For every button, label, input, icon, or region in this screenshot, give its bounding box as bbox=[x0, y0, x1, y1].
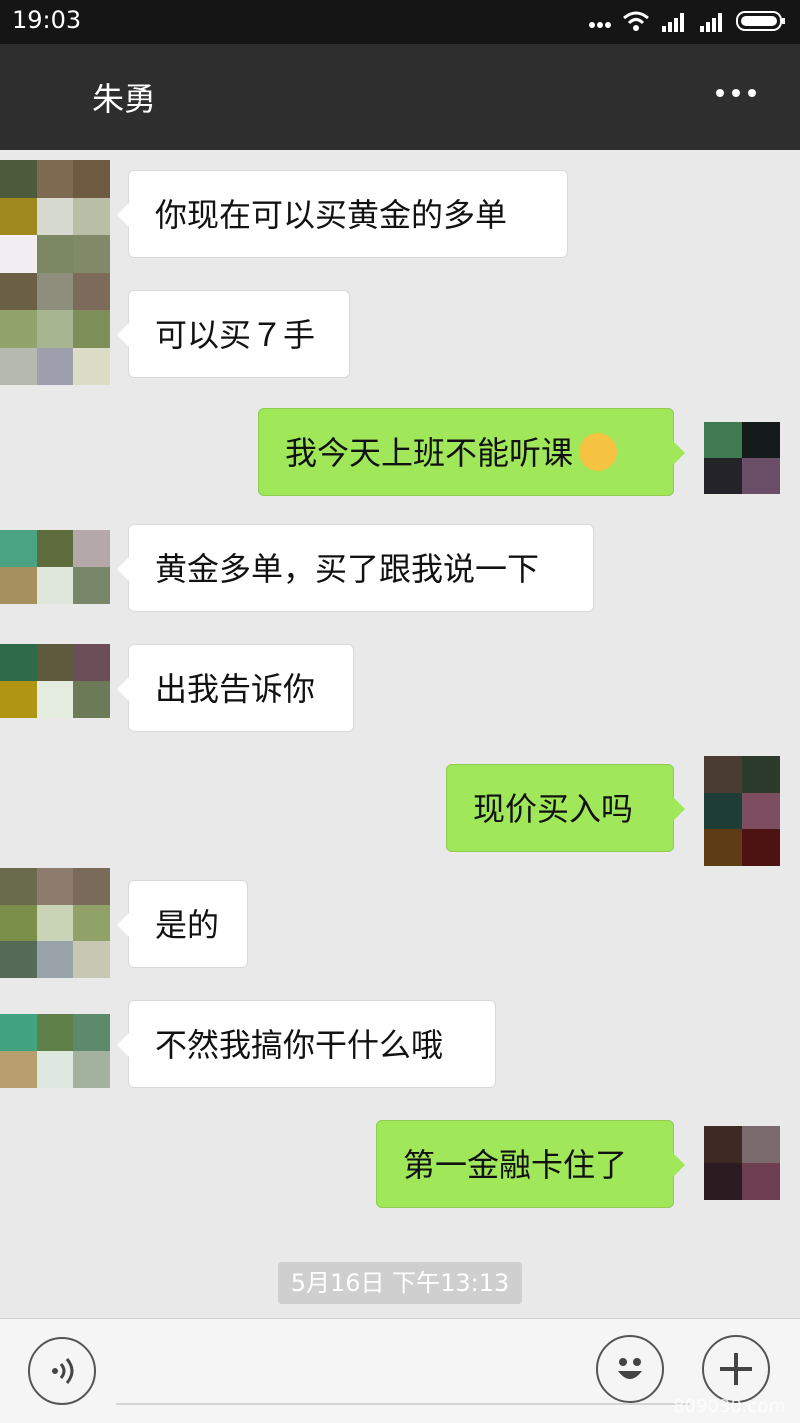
message-bubble[interactable]: 不然我搞你干什么哦 bbox=[117, 1000, 496, 1088]
more-options-icon[interactable] bbox=[716, 78, 760, 108]
more-dots-icon bbox=[588, 14, 612, 33]
message-text: 第一金融卡住了 bbox=[403, 1146, 628, 1184]
message-text: 你现在可以买黄金的多单 bbox=[155, 196, 508, 234]
message-text: 是的 bbox=[155, 906, 220, 944]
message-text: 现价买入吗 bbox=[473, 790, 634, 828]
signal-icon bbox=[698, 10, 726, 36]
message-bubble[interactable]: 我今天上班不能听课 bbox=[258, 408, 685, 496]
status-bar: 19:03 bbox=[0, 0, 800, 44]
my-avatar[interactable] bbox=[704, 1126, 780, 1200]
message-bubble[interactable]: 是的 bbox=[117, 880, 248, 968]
chat-header: 朱勇 bbox=[0, 44, 800, 150]
contact-avatar[interactable] bbox=[0, 160, 110, 385]
message-text: 不然我搞你干什么哦 bbox=[155, 1026, 444, 1064]
contact-avatar[interactable] bbox=[0, 868, 110, 978]
status-time: 19:03 bbox=[12, 6, 82, 34]
message-text: 可以买７手 bbox=[155, 316, 316, 354]
smiley-icon[interactable] bbox=[596, 1335, 664, 1403]
message-list[interactable]: 你现在可以买黄金的多单 可以买７手 我今天上班不能听课 黄金多单，买了跟我说一下… bbox=[0, 150, 800, 1318]
message-input[interactable] bbox=[116, 1403, 690, 1405]
my-avatar[interactable] bbox=[704, 422, 780, 494]
hand-over-mouth-emoji bbox=[579, 433, 618, 471]
voice-input-icon[interactable] bbox=[28, 1337, 96, 1405]
contact-name: 朱勇 bbox=[92, 80, 157, 118]
contact-avatar[interactable] bbox=[0, 1014, 110, 1088]
message-text: 出我告诉你 bbox=[155, 670, 316, 708]
message-text: 黄金多单，买了跟我说一下 bbox=[155, 550, 540, 588]
input-bar: 809030.com bbox=[0, 1318, 800, 1423]
wifi-icon bbox=[622, 10, 650, 36]
message-bubble[interactable]: 现价买入吗 bbox=[446, 764, 685, 852]
message-bubble[interactable]: 黄金多单，买了跟我说一下 bbox=[117, 524, 594, 612]
watermark: 809030.com bbox=[673, 1396, 786, 1417]
message-timestamp: 5月16日 下午13:13 bbox=[278, 1262, 522, 1304]
contact-avatar[interactable] bbox=[0, 530, 110, 604]
my-avatar[interactable] bbox=[704, 756, 780, 866]
message-bubble[interactable]: 你现在可以买黄金的多单 bbox=[117, 170, 568, 258]
message-bubble[interactable]: 可以买７手 bbox=[117, 290, 350, 378]
signal-icon bbox=[660, 10, 688, 36]
plus-icon[interactable] bbox=[702, 1335, 770, 1403]
message-text: 我今天上班不能听课 bbox=[285, 434, 574, 472]
contact-avatar[interactable] bbox=[0, 644, 110, 718]
battery-icon bbox=[736, 10, 786, 36]
message-bubble[interactable]: 第一金融卡住了 bbox=[376, 1120, 685, 1208]
status-icons bbox=[588, 10, 786, 36]
message-bubble[interactable]: 出我告诉你 bbox=[117, 644, 354, 732]
